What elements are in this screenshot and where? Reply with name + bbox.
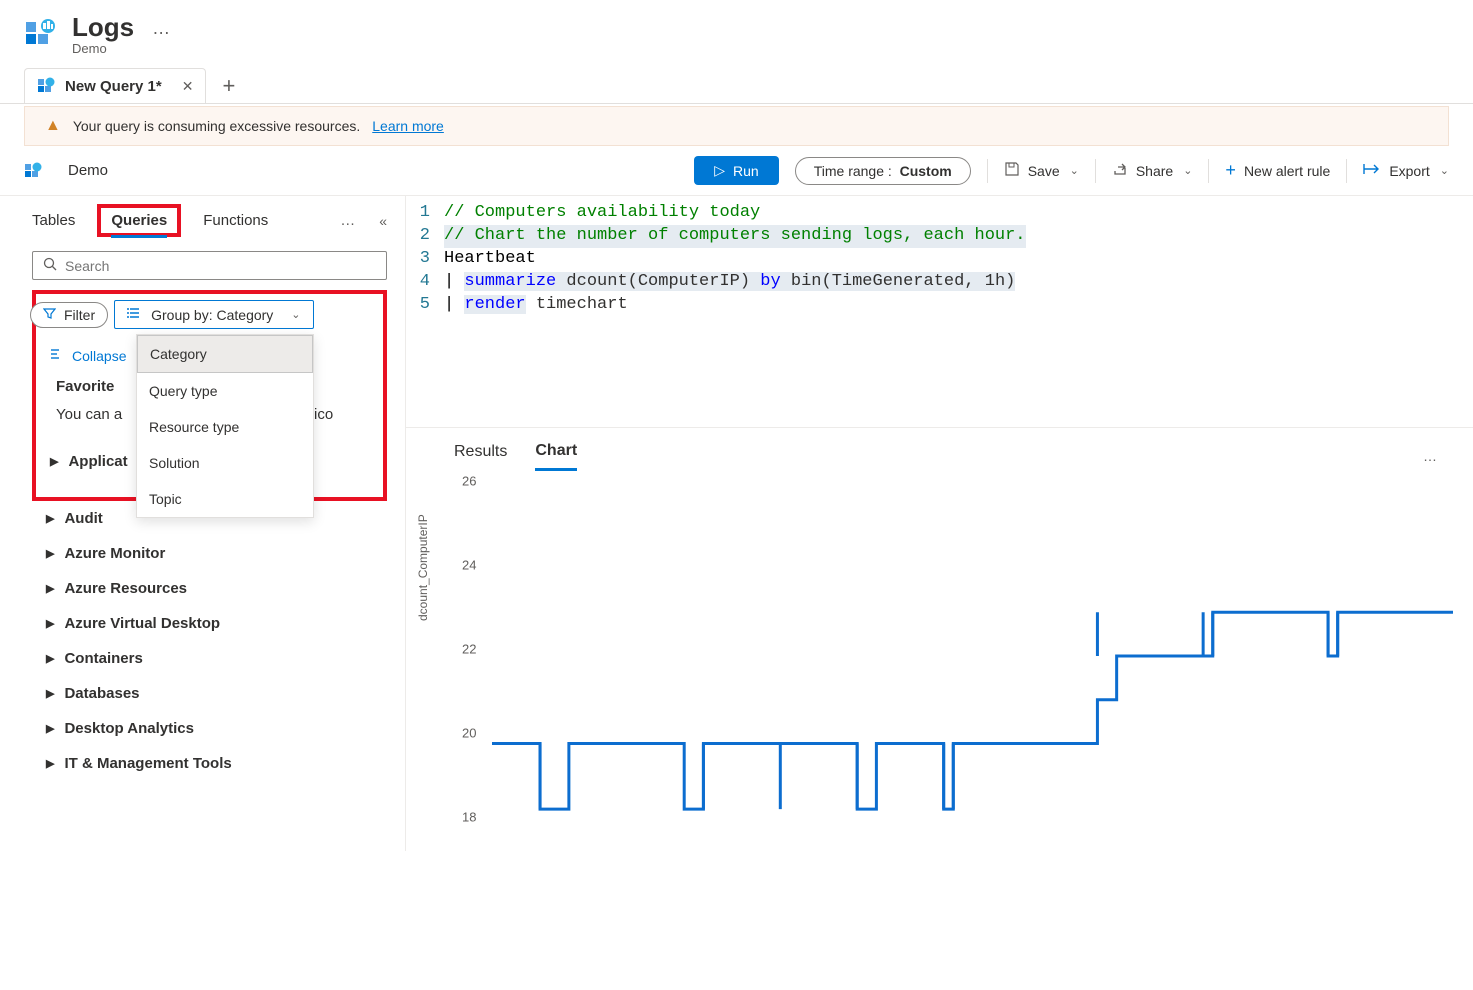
toolbar: Demo ▷ Run Time range : Custom Save ⌄ Sh… bbox=[0, 146, 1473, 196]
export-icon bbox=[1363, 162, 1381, 179]
page-header: Logs Demo … bbox=[0, 0, 1473, 68]
query-tab-label: New Query 1* bbox=[65, 78, 162, 95]
learn-more-link[interactable]: Learn more bbox=[372, 118, 444, 134]
chart: dcount_ComputerIP 26 24 22 20 18 bbox=[406, 471, 1473, 851]
group-by-menu: Category Query type Resource type Soluti… bbox=[136, 334, 314, 518]
category-item[interactable]: ▶Containers bbox=[32, 641, 387, 676]
query-tab-icon bbox=[37, 77, 55, 95]
chevron-right-icon: ▶ bbox=[46, 582, 54, 595]
result-tabs: Results Chart … bbox=[406, 427, 1473, 471]
tab-chart[interactable]: Chart bbox=[535, 442, 577, 471]
results-more-icon[interactable]: … bbox=[1423, 448, 1439, 464]
highlighted-region: Filter Group by: Category ⌄ Category Que… bbox=[32, 290, 387, 501]
warning-icon: ▲ bbox=[45, 117, 61, 135]
sidebar-more-icon[interactable]: … bbox=[340, 212, 357, 229]
logs-service-icon bbox=[24, 18, 56, 50]
collapse-panel-icon[interactable]: « bbox=[379, 213, 387, 229]
chart-svg bbox=[492, 481, 1453, 831]
chevron-right-icon: ▶ bbox=[50, 455, 58, 468]
play-icon: ▷ bbox=[714, 162, 725, 179]
warning-banner: ▲ Your query is consuming excessive reso… bbox=[24, 106, 1449, 146]
category-item[interactable]: ▶Databases bbox=[32, 676, 387, 711]
export-button[interactable]: Export ⌄ bbox=[1363, 162, 1449, 179]
editor-area: 1// Computers availability today 2// Cha… bbox=[406, 196, 1473, 851]
search-icon bbox=[43, 257, 57, 274]
query-editor[interactable]: 1// Computers availability today 2// Cha… bbox=[406, 196, 1473, 317]
menu-item-query-type[interactable]: Query type bbox=[137, 373, 313, 409]
filter-button[interactable]: Filter bbox=[30, 302, 108, 328]
save-button[interactable]: Save ⌄ bbox=[1004, 161, 1079, 180]
menu-item-category[interactable]: Category bbox=[137, 335, 313, 373]
menu-item-resource-type[interactable]: Resource type bbox=[137, 409, 313, 445]
close-icon[interactable]: ✕ bbox=[182, 78, 194, 95]
menu-item-solution[interactable]: Solution bbox=[137, 445, 313, 481]
share-button[interactable]: Share ⌄ bbox=[1112, 161, 1193, 180]
collapse-icon bbox=[50, 347, 64, 364]
search-input[interactable] bbox=[32, 251, 387, 280]
tab-tables[interactable]: Tables bbox=[32, 206, 75, 235]
category-item[interactable]: ▶IT & Management Tools bbox=[32, 746, 387, 781]
chevron-down-icon: ⌄ bbox=[1183, 164, 1192, 177]
tab-results[interactable]: Results bbox=[454, 443, 507, 469]
new-alert-button[interactable]: + New alert rule bbox=[1225, 160, 1330, 181]
chevron-right-icon: ▶ bbox=[46, 547, 54, 560]
page-subtitle: Demo bbox=[72, 41, 134, 56]
page-title: Logs bbox=[72, 12, 134, 43]
chevron-down-icon: ⌄ bbox=[1070, 164, 1079, 177]
chevron-down-icon: ⌄ bbox=[1440, 164, 1449, 177]
list-icon bbox=[127, 306, 141, 323]
warning-text: Your query is consuming excessive resour… bbox=[73, 118, 360, 134]
menu-item-topic[interactable]: Topic bbox=[137, 481, 313, 517]
scope-icon bbox=[24, 162, 42, 180]
time-range-picker[interactable]: Time range : Custom bbox=[795, 157, 971, 185]
header-more-icon[interactable]: … bbox=[152, 18, 172, 39]
query-tab[interactable]: New Query 1* ✕ bbox=[24, 68, 206, 103]
chevron-right-icon: ▶ bbox=[46, 652, 54, 665]
plus-icon: + bbox=[1225, 160, 1236, 181]
save-icon bbox=[1004, 161, 1020, 180]
chevron-right-icon: ▶ bbox=[46, 722, 54, 735]
chevron-right-icon: ▶ bbox=[46, 512, 54, 525]
category-item[interactable]: ▶Desktop Analytics bbox=[32, 711, 387, 746]
filter-icon bbox=[43, 307, 56, 323]
query-tabs-bar: New Query 1* ✕ + bbox=[0, 68, 1473, 104]
scope-name[interactable]: Demo bbox=[68, 162, 108, 179]
add-tab-button[interactable]: + bbox=[222, 73, 235, 99]
share-icon bbox=[1112, 161, 1128, 180]
chevron-right-icon: ▶ bbox=[46, 687, 54, 700]
chevron-right-icon: ▶ bbox=[46, 617, 54, 630]
sidebar-tabs: Tables Queries Functions … « bbox=[32, 204, 387, 237]
chevron-down-icon: ⌄ bbox=[291, 308, 300, 321]
category-item[interactable]: ▶Azure Monitor bbox=[32, 536, 387, 571]
tab-queries[interactable]: Queries bbox=[111, 206, 167, 238]
category-item[interactable]: ▶Azure Resources bbox=[32, 571, 387, 606]
chevron-right-icon: ▶ bbox=[46, 757, 54, 770]
category-item[interactable]: ▶Azure Virtual Desktop bbox=[32, 606, 387, 641]
tab-functions[interactable]: Functions bbox=[203, 206, 268, 235]
sidebar: Tables Queries Functions … « Filter Grou… bbox=[0, 196, 406, 851]
chart-y-axis-label: dcount_ComputerIP bbox=[416, 514, 430, 621]
run-button[interactable]: ▷ Run bbox=[694, 156, 778, 185]
group-by-dropdown[interactable]: Group by: Category ⌄ bbox=[114, 300, 313, 329]
